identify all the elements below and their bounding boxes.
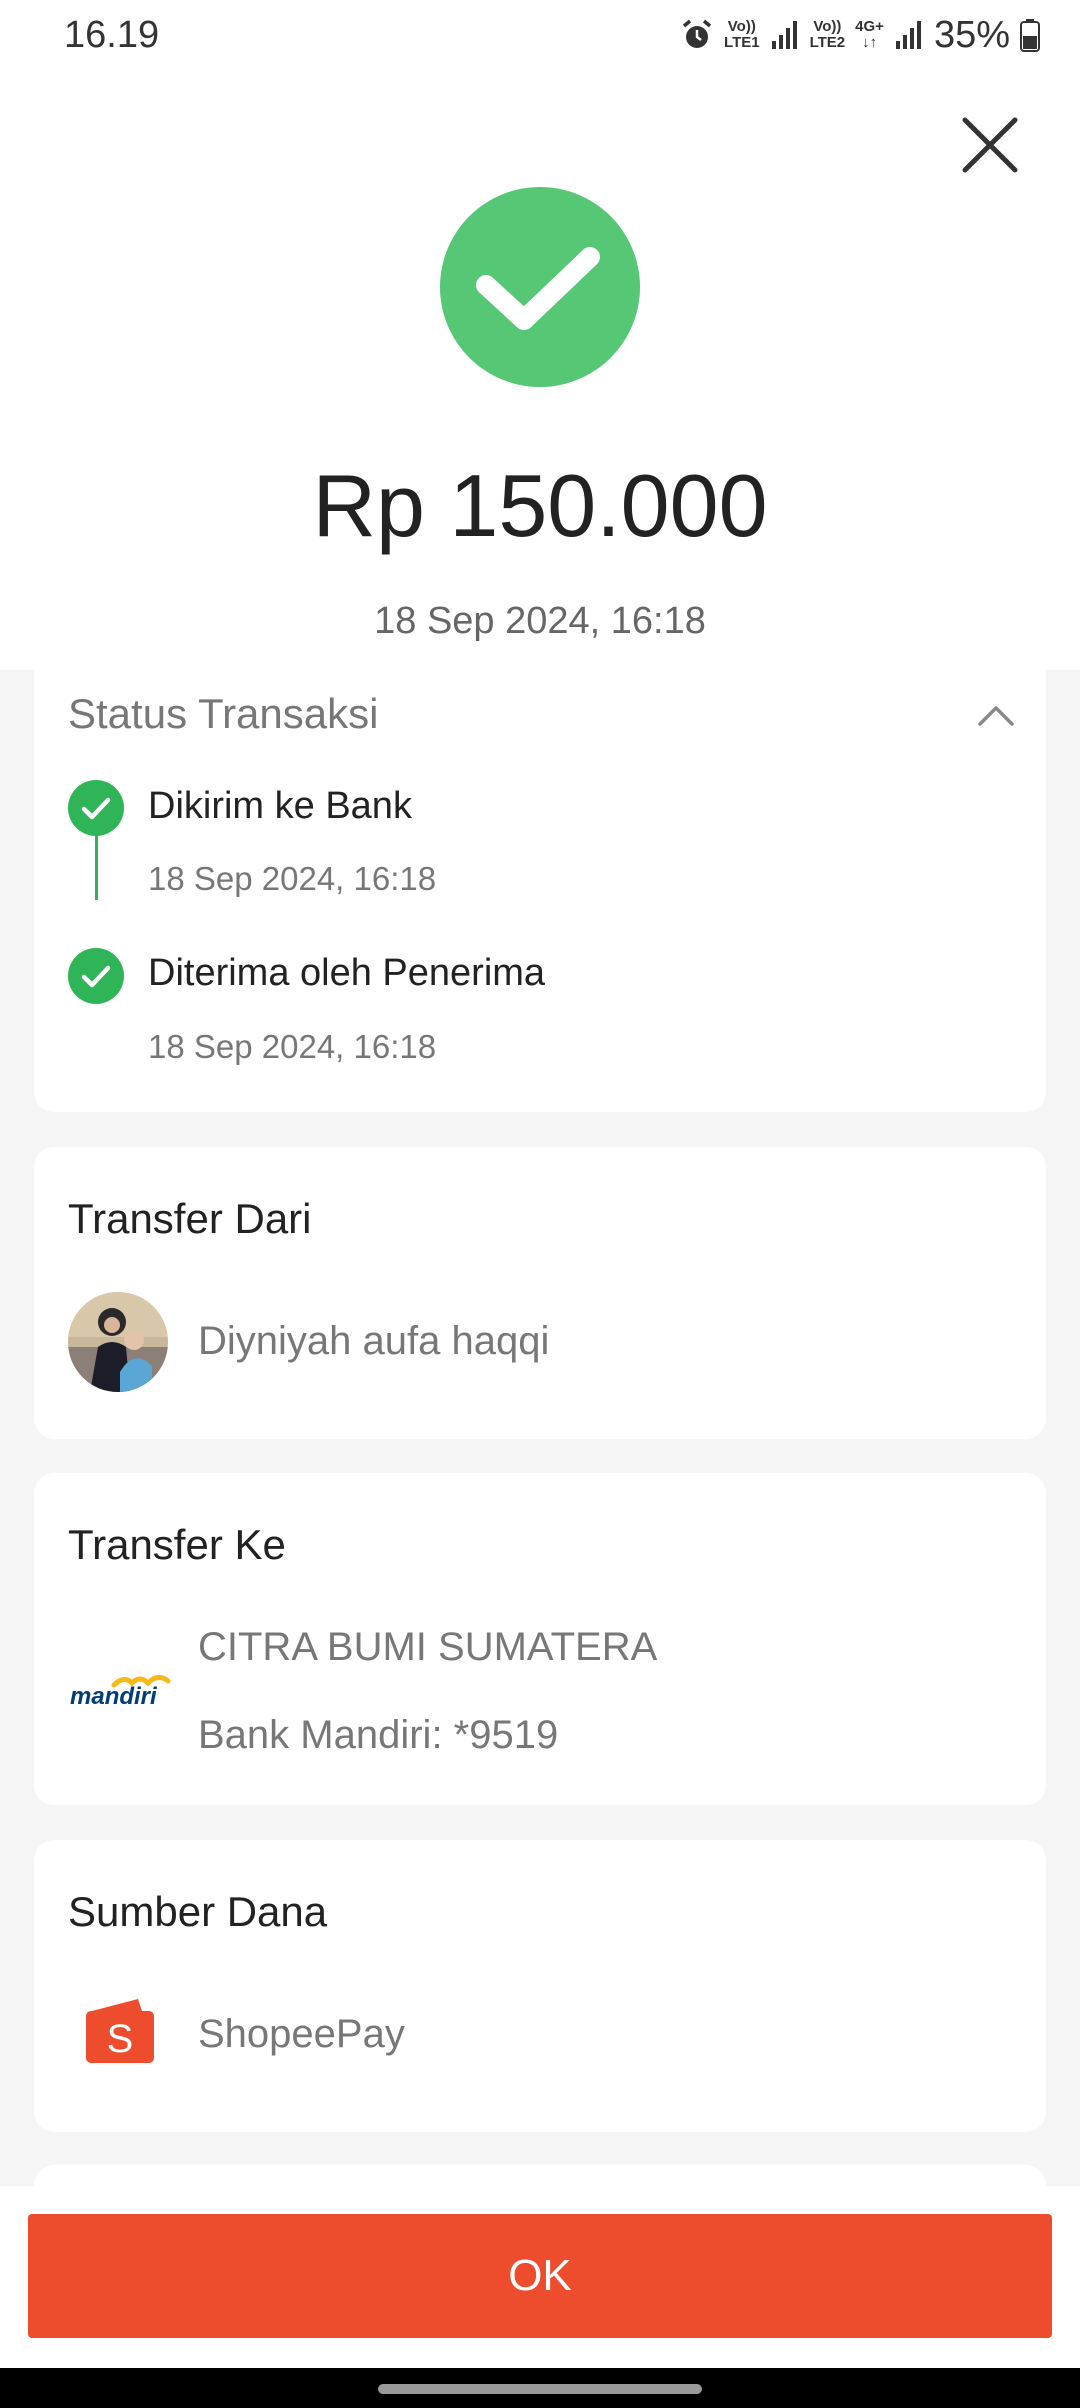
success-circle (440, 187, 640, 387)
navigation-bar (0, 2368, 1080, 2408)
status-transaction-card: Status Transaksi Dikirim ke Bank 18 Sep … (34, 670, 1046, 1112)
step-date: 18 Sep 2024, 16:18 (148, 1028, 437, 1065)
step-label: Dikirim ke Bank (148, 785, 412, 827)
status-card-title: Status Transaksi (68, 690, 379, 737)
alarm-icon (682, 19, 712, 48)
step-check-icon (68, 780, 124, 836)
home-indicator[interactable] (378, 2384, 702, 2394)
checkmark-icon (476, 247, 600, 330)
battery-icon (1020, 19, 1040, 52)
avatar (68, 1292, 168, 1392)
recipient-name: CITRA BUMI SUMATERA (198, 1625, 658, 1669)
source-of-funds-title: Sumber Dana (68, 1888, 328, 1935)
signal-icon-sim1 (771, 21, 797, 49)
status-time: 16.19 (64, 14, 160, 56)
close-icon (962, 117, 1018, 173)
volte1-indicator: Vo)) LTE1 (724, 18, 760, 51)
status-icons: Vo)) LTE1 Vo)) LTE2 4G+ ↓↑ 35% (680, 12, 1040, 58)
step-label: Diterima oleh Penerima (148, 952, 546, 994)
step-date: 18 Sep 2024, 16:18 (148, 860, 437, 897)
chevron-up-icon[interactable] (974, 700, 1018, 730)
source-name: ShopeePay (198, 2012, 405, 2056)
transaction-amount: Rp 150.000 (312, 456, 768, 555)
volte2-indicator: Vo)) LTE2 (809, 18, 846, 51)
battery-percent: 35% (933, 13, 1010, 56)
recipient-account: Bank Mandiri: *9519 (198, 1713, 559, 1757)
mandiri-logo-text: mandiri (70, 1683, 157, 1710)
signal-icon-sim2 (895, 21, 921, 49)
status-bar: 16.19 Vo)) LTE1 Vo)) LTE2 4G+ ↓↑ 35% (0, 0, 1080, 70)
network-indicator: 4G+ ↓↑ (855, 18, 884, 51)
transaction-date: 18 Sep 2024, 16:18 (374, 600, 706, 642)
ok-button[interactable]: OK (28, 2214, 1052, 2338)
source-of-funds-card: Sumber Dana S ShopeePay (34, 1840, 1046, 2132)
transfer-to-title: Transfer Ke (68, 1521, 286, 1568)
transfer-to-card: Transfer Ke mandiri CITRA BUMI SUMATERA … (34, 1473, 1046, 1805)
sender-name: Diyniyah aufa haqqi (198, 1319, 550, 1363)
transfer-from-card: Transfer Dari Diyniyah aufa haqqi (34, 1147, 1046, 1439)
transfer-from-title: Transfer Dari (68, 1195, 312, 1242)
svg-text:S: S (107, 2017, 134, 2061)
mandiri-logo: mandiri (68, 1671, 178, 1721)
shopeepay-icon: S (86, 1999, 154, 2063)
close-button[interactable] (955, 110, 1025, 180)
step-check-icon (68, 948, 124, 1004)
